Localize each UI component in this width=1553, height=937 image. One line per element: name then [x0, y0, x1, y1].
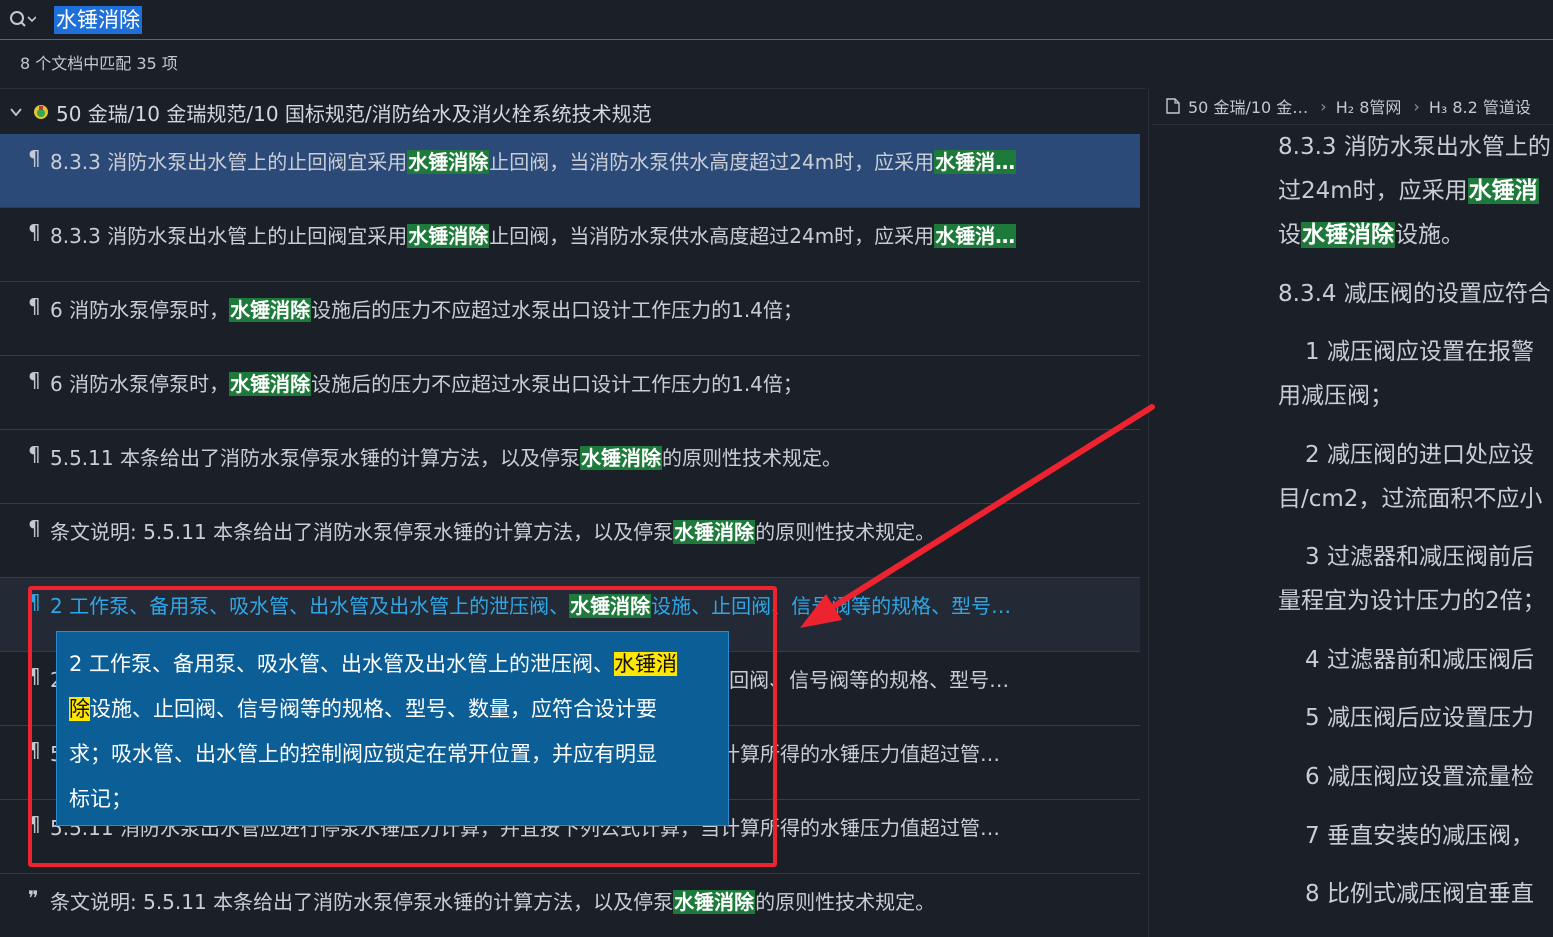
result-row[interactable]: ¶ 8.3.3 消防水泵出水管上的止回阀宜采用水锤消除止回阀，当消防水泵供水高度…: [0, 134, 1140, 208]
result-text: 6 消防水泵停泵时，水锤消除设施后的压力不应超过水泵出口设计工作压力的1.4倍；: [50, 372, 803, 396]
preview-line: 7 垂直安装的减压阀，: [1305, 823, 1534, 849]
document-emoji-icon: [34, 105, 48, 119]
paragraph-icon: ¶: [28, 220, 41, 244]
search-bar: 水锤消除: [0, 0, 1553, 40]
preview-line: 1 减压阀应设置在报警: [1305, 339, 1534, 365]
chevron-right-icon: ›: [1413, 96, 1420, 116]
chevron-right-icon: ›: [1320, 96, 1327, 116]
result-row[interactable]: ❞ 条文说明: 5.5.11 本条给出了消防水泵停泵水锤的计算方法，以及停泵水锤…: [0, 874, 1140, 937]
preview-line: 8 比例式减压阀宜垂直: [1305, 881, 1534, 907]
quote-icon: ❞: [28, 886, 39, 910]
preview-line: 8.3.3 消防水泵出水管上的: [1278, 134, 1551, 160]
file-icon: [1166, 98, 1180, 114]
breadcrumb-h2[interactable]: H₂ 8管网: [1336, 94, 1402, 118]
result-row[interactable]: ¶ 5.5.11 本条给出了消防水泵停泵水锤的计算方法，以及停泵水锤消除的原则性…: [0, 430, 1140, 504]
group-path: 50 金瑞/10 金瑞规范/10 国标规范/消防给水及消火栓系统技术规范: [56, 101, 652, 126]
breadcrumb-doc[interactable]: 50 金瑞/10 金…: [1188, 94, 1308, 118]
preview-line: 量程宜为设计压力的2倍；: [1278, 588, 1546, 614]
preview-line: 目/cm2，过流面积不应小: [1278, 486, 1543, 512]
preview-line: 过24m时，应采用水锤消: [1278, 178, 1539, 204]
preview-line: 4 过滤器前和减压阀后: [1305, 647, 1534, 673]
preview-line: 3 过滤器和减压阀前后: [1305, 544, 1534, 570]
result-text: 5.5.11 本条给出了消防水泵停泵水锤的计算方法，以及停泵水锤消除的原则性技术…: [50, 446, 842, 470]
preview-line: 8.3.4 减压阀的设置应符合: [1278, 281, 1551, 307]
result-text: 6 消防水泵停泵时，水锤消除设施后的压力不应超过水泵出口设计工作压力的1.4倍；: [50, 298, 803, 322]
match-summary: 8 个文档中匹配 35 项: [20, 54, 178, 73]
paragraph-icon: ¶: [28, 146, 41, 170]
preview-line: 2 减压阀的进口处应设: [1305, 442, 1534, 468]
result-row[interactable]: ¶ 6 消防水泵停泵时，水锤消除设施后的压力不应超过水泵出口设计工作压力的1.4…: [0, 356, 1140, 430]
breadcrumb: 50 金瑞/10 金… › H₂ 8管网 › H₃ 8.2 管道设: [1166, 90, 1553, 122]
divider: [1152, 124, 1553, 125]
paragraph-icon: ¶: [28, 442, 41, 466]
result-row[interactable]: ¶ 条文说明: 5.5.11 本条给出了消防水泵停泵水锤的计算方法，以及停泵水锤…: [0, 504, 1140, 578]
result-text: 8.3.3 消防水泵出水管上的止回阀宜采用水锤消除止回阀，当消防水泵供水高度超过…: [50, 150, 1017, 174]
breadcrumb-h3[interactable]: H₃ 8.2 管道设: [1429, 94, 1531, 118]
result-group-header[interactable]: 50 金瑞/10 金瑞规范/10 国标规范/消防给水及消火栓系统技术规范: [0, 92, 1140, 132]
result-text: 8.3.3 消防水泵出水管上的止回阀宜采用水锤消除止回阀，当消防水泵供水高度超过…: [50, 224, 1017, 248]
result-row[interactable]: ¶ 6 消防水泵停泵时，水锤消除设施后的压力不应超过水泵出口设计工作压力的1.4…: [0, 282, 1140, 356]
paragraph-icon: ¶: [28, 368, 41, 392]
preview-line: 用减压阀；: [1278, 383, 1393, 409]
paragraph-icon: ¶: [28, 294, 41, 318]
divider: [0, 88, 1146, 89]
search-icon[interactable]: [8, 8, 36, 32]
preview-line: 6 减压阀应设置流量检: [1305, 764, 1534, 790]
preview-line: 设水锤消除设施。: [1278, 222, 1464, 248]
preview-line: 5 减压阀后应设置压力: [1305, 705, 1534, 731]
annotation-box: [28, 586, 777, 867]
result-text: 条文说明: 5.5.11 本条给出了消防水泵停泵水锤的计算方法，以及停泵水锤消除…: [50, 890, 936, 914]
result-row[interactable]: ¶ 8.3.3 消防水泵出水管上的止回阀宜采用水锤消除止回阀，当消防水泵供水高度…: [0, 208, 1140, 282]
paragraph-icon: ¶: [28, 516, 41, 540]
search-input[interactable]: 水锤消除: [54, 5, 142, 34]
result-text: 条文说明: 5.5.11 本条给出了消防水泵停泵水锤的计算方法，以及停泵水锤消除…: [50, 520, 936, 544]
chevron-down-icon[interactable]: [8, 104, 24, 120]
